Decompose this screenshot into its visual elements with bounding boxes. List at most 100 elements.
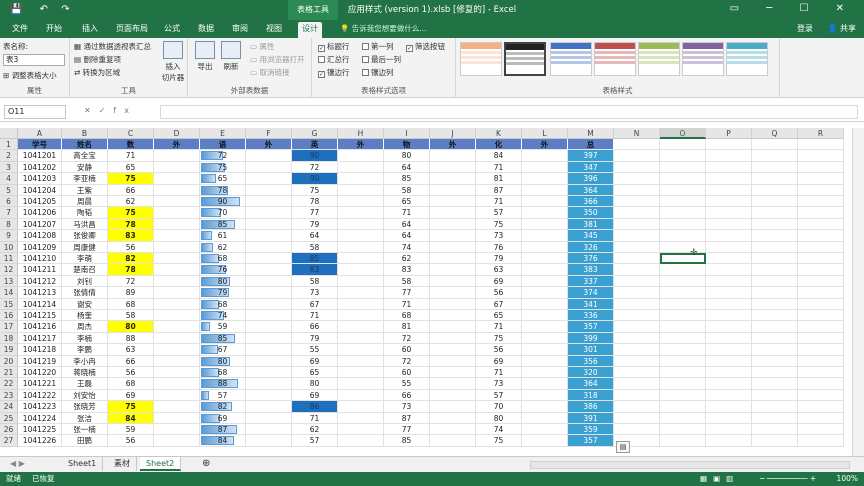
chemistry-score-cell[interactable]: 75 <box>476 218 522 231</box>
physics-score-cell[interactable]: 72 <box>384 332 430 345</box>
cell[interactable] <box>706 321 752 333</box>
english2-score-cell[interactable]: 80 <box>292 378 338 390</box>
column-header-p[interactable]: P <box>706 128 752 139</box>
cell[interactable] <box>154 241 200 253</box>
table-header-cell[interactable]: 外 <box>338 139 384 151</box>
resize-table-button[interactable]: ⊞ 调整表格大小 <box>3 70 57 81</box>
cell[interactable] <box>706 241 752 253</box>
english-databar-cell[interactable]: 75 <box>200 161 246 174</box>
student-name-cell[interactable]: 张洁 <box>62 412 108 424</box>
cell[interactable] <box>154 264 200 276</box>
student-name-cell[interactable]: 李楠 <box>62 332 108 345</box>
english2-score-cell[interactable]: 85 <box>292 253 338 265</box>
tab-review[interactable]: 审阅 <box>228 22 252 38</box>
student-id-cell[interactable]: 1041207 <box>18 218 62 231</box>
horizontal-scrollbar[interactable] <box>530 461 850 469</box>
student-name-cell[interactable]: 李小冉 <box>62 355 108 367</box>
cell[interactable] <box>154 150 200 162</box>
table-style-black[interactable] <box>504 42 546 76</box>
chemistry-score-cell[interactable]: 87 <box>476 184 522 196</box>
english-databar-cell[interactable]: 84 <box>200 435 246 447</box>
student-name-cell[interactable]: 楚南召 <box>62 264 108 276</box>
cell[interactable] <box>706 196 752 208</box>
cell[interactable] <box>614 161 660 174</box>
table-style-green[interactable] <box>638 42 680 76</box>
cell[interactable] <box>246 344 292 356</box>
cell[interactable] <box>246 412 292 424</box>
cell[interactable] <box>246 287 292 299</box>
cell[interactable] <box>614 332 660 345</box>
cell[interactable] <box>660 378 706 390</box>
chemistry-score-cell[interactable]: 80 <box>476 412 522 424</box>
english2-score-cell[interactable]: 78 <box>292 196 338 208</box>
row-header[interactable]: 17 <box>0 321 18 333</box>
cell[interactable] <box>246 389 292 402</box>
cell[interactable] <box>798 196 844 208</box>
cell[interactable] <box>706 139 752 151</box>
total-score-cell[interactable]: 350 <box>568 207 614 219</box>
total-score-cell[interactable]: 359 <box>568 424 614 436</box>
student-name-cell[interactable]: 谢安 <box>62 298 108 310</box>
cell[interactable] <box>706 161 752 174</box>
english-databar-cell[interactable]: 61 <box>200 230 246 242</box>
chemistry-score-cell[interactable]: 75 <box>476 435 522 447</box>
student-name-cell[interactable]: 周康健 <box>62 241 108 253</box>
cell[interactable] <box>522 287 568 299</box>
tab-home[interactable]: 开始 <box>42 22 66 38</box>
cell[interactable] <box>798 378 844 390</box>
physics-score-cell[interactable]: 66 <box>384 389 430 402</box>
chemistry-score-cell[interactable]: 63 <box>476 264 522 276</box>
cell[interactable] <box>246 161 292 174</box>
cell[interactable] <box>338 332 384 345</box>
student-name-cell[interactable]: 张俊卿 <box>62 230 108 242</box>
row-header[interactable]: 4 <box>0 173 18 185</box>
table-header-cell[interactable]: 总 <box>568 139 614 151</box>
english2-score-cell[interactable]: 58 <box>292 241 338 253</box>
cell[interactable] <box>660 424 706 436</box>
cell[interactable] <box>338 389 384 402</box>
cell[interactable] <box>706 253 752 265</box>
english-databar-cell[interactable]: 67 <box>200 344 246 356</box>
cell[interactable] <box>660 389 706 402</box>
cell[interactable] <box>660 264 706 276</box>
math-score-cell[interactable]: 82 <box>108 253 154 265</box>
column-header-q[interactable]: Q <box>752 128 798 139</box>
chemistry-score-cell[interactable]: 57 <box>476 207 522 219</box>
cell[interactable] <box>338 264 384 276</box>
student-name-cell[interactable]: 马洪昌 <box>62 218 108 231</box>
total-score-cell[interactable]: 326 <box>568 241 614 253</box>
cell[interactable] <box>430 173 476 185</box>
student-id-cell[interactable]: 1041209 <box>18 241 62 253</box>
student-name-cell[interactable]: 王紫 <box>62 184 108 196</box>
total-score-cell[interactable]: 357 <box>568 435 614 447</box>
physics-score-cell[interactable]: 85 <box>384 435 430 447</box>
physics-score-cell[interactable]: 58 <box>384 184 430 196</box>
math-score-cell[interactable]: 84 <box>108 412 154 424</box>
cell[interactable] <box>798 435 844 447</box>
physics-score-cell[interactable]: 64 <box>384 218 430 231</box>
cell[interactable] <box>614 241 660 253</box>
english-databar-cell[interactable]: 62 <box>200 241 246 253</box>
cell[interactable] <box>246 435 292 447</box>
banded-columns-checkbox[interactable]: 镶边列 <box>362 67 394 78</box>
student-name-cell[interactable]: 陶韬 <box>62 207 108 219</box>
english-databar-cell[interactable]: 72 <box>200 150 246 162</box>
row-header[interactable]: 7 <box>0 207 18 219</box>
cell[interactable] <box>338 275 384 288</box>
cell[interactable] <box>706 218 752 231</box>
tab-page-layout[interactable]: 页面布局 <box>112 22 152 38</box>
student-id-cell[interactable]: 1041203 <box>18 173 62 185</box>
cell[interactable] <box>752 161 798 174</box>
cell[interactable] <box>614 196 660 208</box>
student-id-cell[interactable]: 1041204 <box>18 184 62 196</box>
math-score-cell[interactable]: 75 <box>108 401 154 413</box>
cell[interactable] <box>154 173 200 185</box>
cell[interactable] <box>614 367 660 379</box>
math-score-cell[interactable]: 89 <box>108 287 154 299</box>
cell[interactable] <box>246 184 292 196</box>
physics-score-cell[interactable]: 74 <box>384 241 430 253</box>
row-header[interactable]: 14 <box>0 287 18 299</box>
cell[interactable] <box>430 344 476 356</box>
cell[interactable] <box>246 275 292 288</box>
table-header-cell[interactable]: 物 <box>384 139 430 151</box>
